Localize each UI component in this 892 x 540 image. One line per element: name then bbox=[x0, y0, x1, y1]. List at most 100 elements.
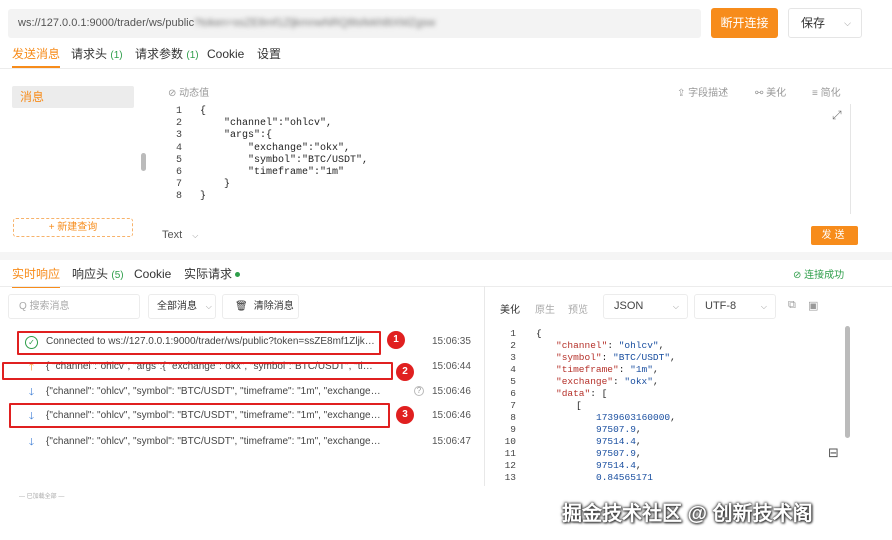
tab-count: (1) bbox=[110, 50, 123, 61]
clear-messages-button[interactable]: 🗑 清除消息 bbox=[222, 294, 299, 319]
line-number: 4 bbox=[510, 364, 516, 375]
message-filter-select[interactable]: 全部消息 ⌵ bbox=[148, 294, 216, 319]
tab-label: 请求参数 bbox=[135, 47, 184, 61]
message-row[interactable]: 🡓 {"channel": "ohlcv", "symbol": "BTC/US… bbox=[22, 432, 480, 454]
json-value: "ohlcv" bbox=[618, 340, 659, 351]
status-dot bbox=[235, 272, 241, 278]
send-button[interactable]: 发送 bbox=[811, 226, 858, 245]
encoding-value: UTF-8 bbox=[705, 300, 737, 312]
copy-icon[interactable]: ⧉ bbox=[788, 299, 796, 312]
editor-scroll-track bbox=[850, 104, 851, 214]
json-value: 97514.4 bbox=[596, 460, 636, 471]
line-number: 5 bbox=[510, 376, 516, 387]
message-search-input[interactable]: Q 搜索消息 bbox=[8, 294, 140, 319]
json-punct: [ bbox=[601, 388, 608, 399]
message-time: 15:06:35 bbox=[432, 336, 471, 347]
tab-label: Cookie bbox=[207, 47, 245, 61]
line-number: 8 bbox=[510, 412, 516, 423]
watermark: 掘金技术社区 @ 创新技术阁 bbox=[562, 503, 813, 525]
tab-label: 响应头 bbox=[72, 267, 109, 281]
annotation-badge-3: 3 bbox=[396, 406, 414, 424]
line-number: 5 bbox=[175, 154, 182, 166]
json-punct: , bbox=[635, 460, 642, 471]
sidebar-item-message[interactable]: 消息 bbox=[12, 86, 134, 108]
url-input[interactable]: ws://127.0.0.1:9000/trader/ws/public?tok… bbox=[8, 9, 701, 38]
url-token-blurred: ?token=ssZE8mf1ZljkmnwNRQ8tsfekh8tXMZgsw bbox=[194, 17, 436, 29]
tab-cookie[interactable]: Cookie bbox=[207, 44, 244, 68]
annotation-box-1 bbox=[17, 331, 381, 355]
request-code-editor[interactable]: 1 {2 "channel":"ohlcv", 3 "args":{4 "excha… bbox=[158, 104, 848, 214]
message-time: 15:06:47 bbox=[432, 436, 471, 447]
beautify-button[interactable]: ⚯ 美化 bbox=[755, 84, 786, 99]
line-number: 13 bbox=[504, 472, 516, 482]
disconnect-button[interactable]: 断开连接 bbox=[711, 8, 778, 38]
tab-response-headers[interactable]: 响应头 (5) bbox=[72, 264, 124, 288]
sidebar-scrollbar[interactable] bbox=[141, 153, 146, 171]
code-text: "timeframe":"1m" bbox=[200, 167, 345, 178]
response-code-text: 1739603160000, bbox=[596, 412, 676, 424]
response-encoding-select[interactable]: UTF-8 ⌵ bbox=[694, 294, 776, 319]
response-scrollbar[interactable] bbox=[845, 326, 850, 438]
dynamic-value-button[interactable]: ⊘ 动态值 bbox=[168, 84, 209, 99]
tab-settings[interactable]: 设置 bbox=[257, 44, 281, 68]
json-value: "BTC/USDT" bbox=[613, 352, 671, 363]
json-key: "exchange" bbox=[556, 376, 614, 387]
response-code-text: 97507.9, bbox=[596, 448, 642, 460]
connection-status: ⊘ 连接成功 bbox=[793, 270, 845, 281]
json-punct: { bbox=[536, 328, 542, 339]
chevron-down-icon[interactable]: ⌵ bbox=[844, 9, 851, 37]
line-number: 9 bbox=[510, 424, 516, 435]
code-text: "symbol":"BTC/USDT", bbox=[200, 154, 369, 166]
field-describe-button[interactable]: ⇪ 字段描述 bbox=[677, 84, 728, 99]
arrow-down-icon: 🡓 bbox=[28, 387, 35, 398]
json-value: 97507.9 bbox=[596, 424, 636, 435]
tab-request-params[interactable]: 请求参数 (1) bbox=[135, 44, 199, 68]
chevron-down-icon: ⌵ bbox=[760, 302, 767, 311]
save-icon[interactable]: ▣ bbox=[808, 299, 818, 312]
response-format-select[interactable]: JSON ⌵ bbox=[603, 294, 688, 319]
line-number: 12 bbox=[504, 460, 516, 471]
response-code-text: { bbox=[536, 328, 542, 340]
chevron-down-icon: ⌵ bbox=[192, 231, 199, 240]
message-row[interactable]: 🡓 {"channel": "ohlcv", "symbol": "BTC/US… bbox=[22, 382, 480, 404]
json-punct: , bbox=[652, 364, 659, 375]
tab-send-message[interactable]: 发送消息 bbox=[12, 44, 61, 68]
json-key: "timeframe" bbox=[556, 364, 619, 375]
info-icon[interactable]: ? bbox=[414, 386, 424, 396]
filter-value: 全部消息 bbox=[157, 301, 197, 312]
json-punct: , bbox=[635, 424, 642, 435]
code-text: "channel":"ohlcv", bbox=[200, 118, 333, 130]
tab-request-headers[interactable]: 请求头 (1) bbox=[71, 44, 123, 68]
response-tabs: 实时响应 响应头 (5) Cookie 实际请求 bbox=[0, 264, 892, 288]
tab-realtime-response[interactable]: 实时响应 bbox=[12, 264, 61, 288]
arrow-down-icon: 🡓 bbox=[28, 437, 35, 448]
new-query-button[interactable]: + 新建查询 bbox=[13, 218, 133, 237]
code-text: "args":{ bbox=[200, 130, 273, 142]
tab-raw[interactable]: 原生 bbox=[535, 301, 555, 316]
save-button[interactable]: 保存 ⌵ bbox=[788, 8, 862, 38]
message-text: {"channel": "ohlcv", "symbol": "BTC/USDT… bbox=[46, 386, 381, 397]
minify-button[interactable]: ≡ 简化 bbox=[812, 84, 841, 99]
tab-response-cookie[interactable]: Cookie bbox=[134, 264, 171, 288]
json-key: "channel" bbox=[556, 340, 608, 351]
layout-grid-icon[interactable]: ⊟ bbox=[828, 445, 839, 461]
request-tabs: 发送消息 请求头 (1) 请求参数 (1) Cookie 设置 bbox=[0, 44, 892, 68]
tab-label: 实时响应 bbox=[12, 267, 61, 281]
json-punct: , bbox=[635, 448, 642, 459]
body-format-value: Text bbox=[162, 229, 183, 241]
annotation-badge-1: 1 bbox=[387, 331, 405, 349]
tab-actual-request[interactable]: 实际请求 bbox=[184, 264, 241, 288]
line-number: 6 bbox=[510, 388, 516, 399]
line-number: 7 bbox=[175, 179, 182, 191]
json-value: 97514.4 bbox=[596, 436, 636, 447]
json-value: 97507.9 bbox=[596, 448, 636, 459]
tab-beautify[interactable]: 美化 bbox=[500, 301, 520, 316]
response-code-viewer[interactable]: 1 {2 "channel": "ohlcv", 3 "symbol": "BTC/US… bbox=[494, 326, 846, 482]
json-punct: , bbox=[670, 352, 676, 363]
response-code-text: 97514.4, bbox=[596, 460, 642, 472]
body-format-select[interactable]: Text ⌵ bbox=[162, 229, 198, 241]
line-number: 7 bbox=[510, 400, 516, 411]
annotation-box-2 bbox=[2, 362, 393, 380]
json-punct: , bbox=[652, 376, 659, 387]
tab-preview[interactable]: 预览 bbox=[568, 301, 588, 316]
